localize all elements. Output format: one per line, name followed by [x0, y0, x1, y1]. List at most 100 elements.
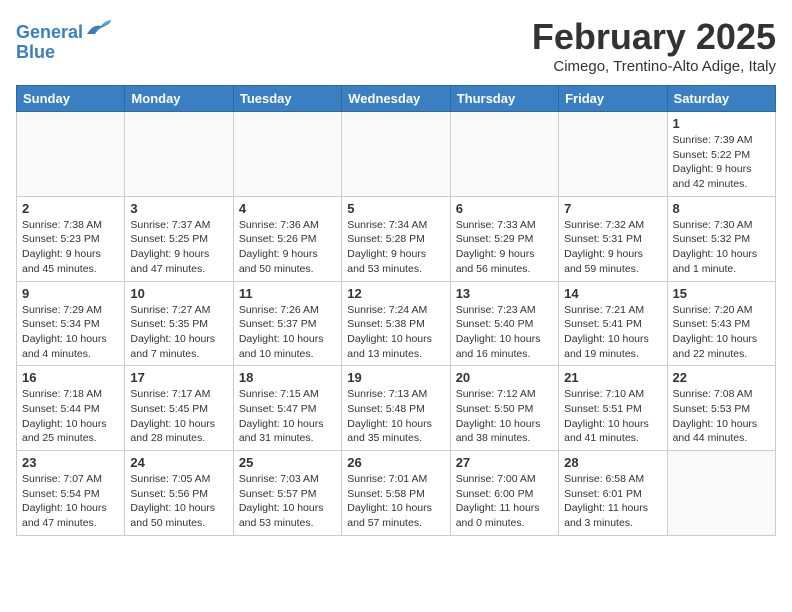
day-info: Sunrise: 7:03 AM Sunset: 5:57 PM Dayligh…	[239, 472, 336, 531]
day-info: Sunrise: 7:00 AM Sunset: 6:00 PM Dayligh…	[456, 472, 553, 531]
day-number: 20	[456, 370, 553, 385]
calendar-week-row: 2 Sunrise: 7:38 AM Sunset: 5:23 PM Daylig…	[17, 196, 776, 281]
calendar-header-wednesday: Wednesday	[342, 86, 450, 112]
day-info: Sunrise: 7:10 AM Sunset: 5:51 PM Dayligh…	[564, 387, 661, 446]
calendar-table: SundayMondayTuesdayWednesdayThursdayFrid…	[16, 85, 776, 536]
calendar-week-row: 1Sunrise: 7:39 AM Sunset: 5:22 PM Daylig…	[17, 112, 776, 197]
day-info: Sunrise: 7:20 AM Sunset: 5:43 PM Dayligh…	[673, 303, 770, 362]
day-number: 6	[456, 201, 553, 216]
day-number: 19	[347, 370, 444, 385]
calendar-cell: 28 Sunrise: 6:58 AM Sunset: 6:01 PM Dayli…	[559, 451, 667, 536]
day-info: Sunrise: 7:13 AM Sunset: 5:48 PM Dayligh…	[347, 387, 444, 446]
calendar-cell: 17 Sunrise: 7:17 AM Sunset: 5:45 PM Dayli…	[125, 366, 233, 451]
day-info: Sunrise: 6:58 AM Sunset: 6:01 PM Dayligh…	[564, 472, 661, 531]
calendar-cell	[559, 112, 667, 197]
day-number: 12	[347, 286, 444, 301]
calendar-cell: 19 Sunrise: 7:13 AM Sunset: 5:48 PM Dayli…	[342, 366, 450, 451]
calendar-header-saturday: Saturday	[667, 86, 775, 112]
logo-line1: General	[16, 22, 83, 42]
calendar-header-sunday: Sunday	[17, 86, 125, 112]
day-info: Sunrise: 7:21 AM Sunset: 5:41 PM Dayligh…	[564, 303, 661, 362]
day-info: Sunrise: 7:18 AM Sunset: 5:44 PM Dayligh…	[22, 387, 119, 446]
calendar-cell: 11 Sunrise: 7:26 AM Sunset: 5:37 PM Dayli…	[233, 281, 341, 366]
day-info: Sunrise: 7:30 AM Sunset: 5:32 PM Dayligh…	[673, 218, 770, 277]
logo-bird-icon	[85, 16, 113, 38]
day-number: 24	[130, 455, 227, 470]
calendar-cell: 16 Sunrise: 7:18 AM Sunset: 5:44 PM Dayli…	[17, 366, 125, 451]
day-info: Sunrise: 7:17 AM Sunset: 5:45 PM Dayligh…	[130, 387, 227, 446]
day-info: Sunrise: 7:01 AM Sunset: 5:58 PM Dayligh…	[347, 472, 444, 531]
day-number: 8	[673, 201, 770, 216]
calendar-week-row: 16 Sunrise: 7:18 AM Sunset: 5:44 PM Dayli…	[17, 366, 776, 451]
day-number: 7	[564, 201, 661, 216]
day-number: 17	[130, 370, 227, 385]
location-title: Cimego, Trentino-Alto Adige, Italy	[532, 58, 776, 75]
calendar-header-row: SundayMondayTuesdayWednesdayThursdayFrid…	[17, 86, 776, 112]
day-number: 13	[456, 286, 553, 301]
day-info: Sunrise: 7:07 AM Sunset: 5:54 PM Dayligh…	[22, 472, 119, 531]
day-number: 27	[456, 455, 553, 470]
day-number: 16	[22, 370, 119, 385]
day-info: Sunrise: 7:38 AM Sunset: 5:23 PM Dayligh…	[22, 218, 119, 277]
day-info: Sunrise: 7:12 AM Sunset: 5:50 PM Dayligh…	[456, 387, 553, 446]
day-number: 28	[564, 455, 661, 470]
calendar-cell: 21Sunrise: 7:10 AM Sunset: 5:51 PM Dayli…	[559, 366, 667, 451]
calendar-cell: 25 Sunrise: 7:03 AM Sunset: 5:57 PM Dayli…	[233, 451, 341, 536]
day-info: Sunrise: 7:33 AM Sunset: 5:29 PM Dayligh…	[456, 218, 553, 277]
day-number: 22	[673, 370, 770, 385]
calendar-cell: 24 Sunrise: 7:05 AM Sunset: 5:56 PM Dayli…	[125, 451, 233, 536]
calendar-cell: 2 Sunrise: 7:38 AM Sunset: 5:23 PM Daylig…	[17, 196, 125, 281]
day-number: 23	[22, 455, 119, 470]
calendar-cell: 18 Sunrise: 7:15 AM Sunset: 5:47 PM Dayli…	[233, 366, 341, 451]
calendar-cell	[450, 112, 558, 197]
day-info: Sunrise: 7:27 AM Sunset: 5:35 PM Dayligh…	[130, 303, 227, 362]
day-info: Sunrise: 7:15 AM Sunset: 5:47 PM Dayligh…	[239, 387, 336, 446]
day-info: Sunrise: 7:26 AM Sunset: 5:37 PM Dayligh…	[239, 303, 336, 362]
calendar-cell	[667, 451, 775, 536]
calendar-cell	[342, 112, 450, 197]
calendar-cell: 20 Sunrise: 7:12 AM Sunset: 5:50 PM Dayli…	[450, 366, 558, 451]
day-number: 3	[130, 201, 227, 216]
calendar-cell: 7 Sunrise: 7:32 AM Sunset: 5:31 PM Daylig…	[559, 196, 667, 281]
calendar-cell	[125, 112, 233, 197]
day-number: 1	[673, 116, 770, 131]
calendar-cell: 23 Sunrise: 7:07 AM Sunset: 5:54 PM Dayli…	[17, 451, 125, 536]
calendar-cell: 10 Sunrise: 7:27 AM Sunset: 5:35 PM Dayli…	[125, 281, 233, 366]
day-number: 14	[564, 286, 661, 301]
calendar-cell: 13 Sunrise: 7:23 AM Sunset: 5:40 PM Dayli…	[450, 281, 558, 366]
day-number: 10	[130, 286, 227, 301]
calendar-cell: 22 Sunrise: 7:08 AM Sunset: 5:53 PM Dayli…	[667, 366, 775, 451]
title-block: February 2025 Cimego, Trentino-Alto Adig…	[532, 16, 776, 75]
calendar-week-row: 9 Sunrise: 7:29 AM Sunset: 5:34 PM Daylig…	[17, 281, 776, 366]
calendar-header-thursday: Thursday	[450, 86, 558, 112]
day-number: 9	[22, 286, 119, 301]
calendar-cell: 6 Sunrise: 7:33 AM Sunset: 5:29 PM Daylig…	[450, 196, 558, 281]
day-number: 18	[239, 370, 336, 385]
day-info: Sunrise: 7:29 AM Sunset: 5:34 PM Dayligh…	[22, 303, 119, 362]
calendar-cell: 14 Sunrise: 7:21 AM Sunset: 5:41 PM Dayli…	[559, 281, 667, 366]
calendar-header-friday: Friday	[559, 86, 667, 112]
logo: General Blue	[16, 16, 113, 63]
day-info: Sunrise: 7:05 AM Sunset: 5:56 PM Dayligh…	[130, 472, 227, 531]
day-info: Sunrise: 7:34 AM Sunset: 5:28 PM Dayligh…	[347, 218, 444, 277]
calendar-cell: 12Sunrise: 7:24 AM Sunset: 5:38 PM Dayli…	[342, 281, 450, 366]
calendar-cell: 8 Sunrise: 7:30 AM Sunset: 5:32 PM Daylig…	[667, 196, 775, 281]
day-number: 2	[22, 201, 119, 216]
calendar-cell: 26 Sunrise: 7:01 AM Sunset: 5:58 PM Dayli…	[342, 451, 450, 536]
day-number: 11	[239, 286, 336, 301]
calendar-cell	[17, 112, 125, 197]
calendar-cell	[233, 112, 341, 197]
calendar-cell: 4 Sunrise: 7:36 AM Sunset: 5:26 PM Daylig…	[233, 196, 341, 281]
logo-line2: Blue	[16, 42, 55, 62]
day-info: Sunrise: 7:08 AM Sunset: 5:53 PM Dayligh…	[673, 387, 770, 446]
day-info: Sunrise: 7:32 AM Sunset: 5:31 PM Dayligh…	[564, 218, 661, 277]
day-number: 25	[239, 455, 336, 470]
calendar-cell: 9 Sunrise: 7:29 AM Sunset: 5:34 PM Daylig…	[17, 281, 125, 366]
calendar-cell: 5Sunrise: 7:34 AM Sunset: 5:28 PM Daylig…	[342, 196, 450, 281]
day-info: Sunrise: 7:36 AM Sunset: 5:26 PM Dayligh…	[239, 218, 336, 277]
day-number: 4	[239, 201, 336, 216]
day-info: Sunrise: 7:23 AM Sunset: 5:40 PM Dayligh…	[456, 303, 553, 362]
day-number: 26	[347, 455, 444, 470]
calendar-cell: 15 Sunrise: 7:20 AM Sunset: 5:43 PM Dayli…	[667, 281, 775, 366]
day-number: 15	[673, 286, 770, 301]
